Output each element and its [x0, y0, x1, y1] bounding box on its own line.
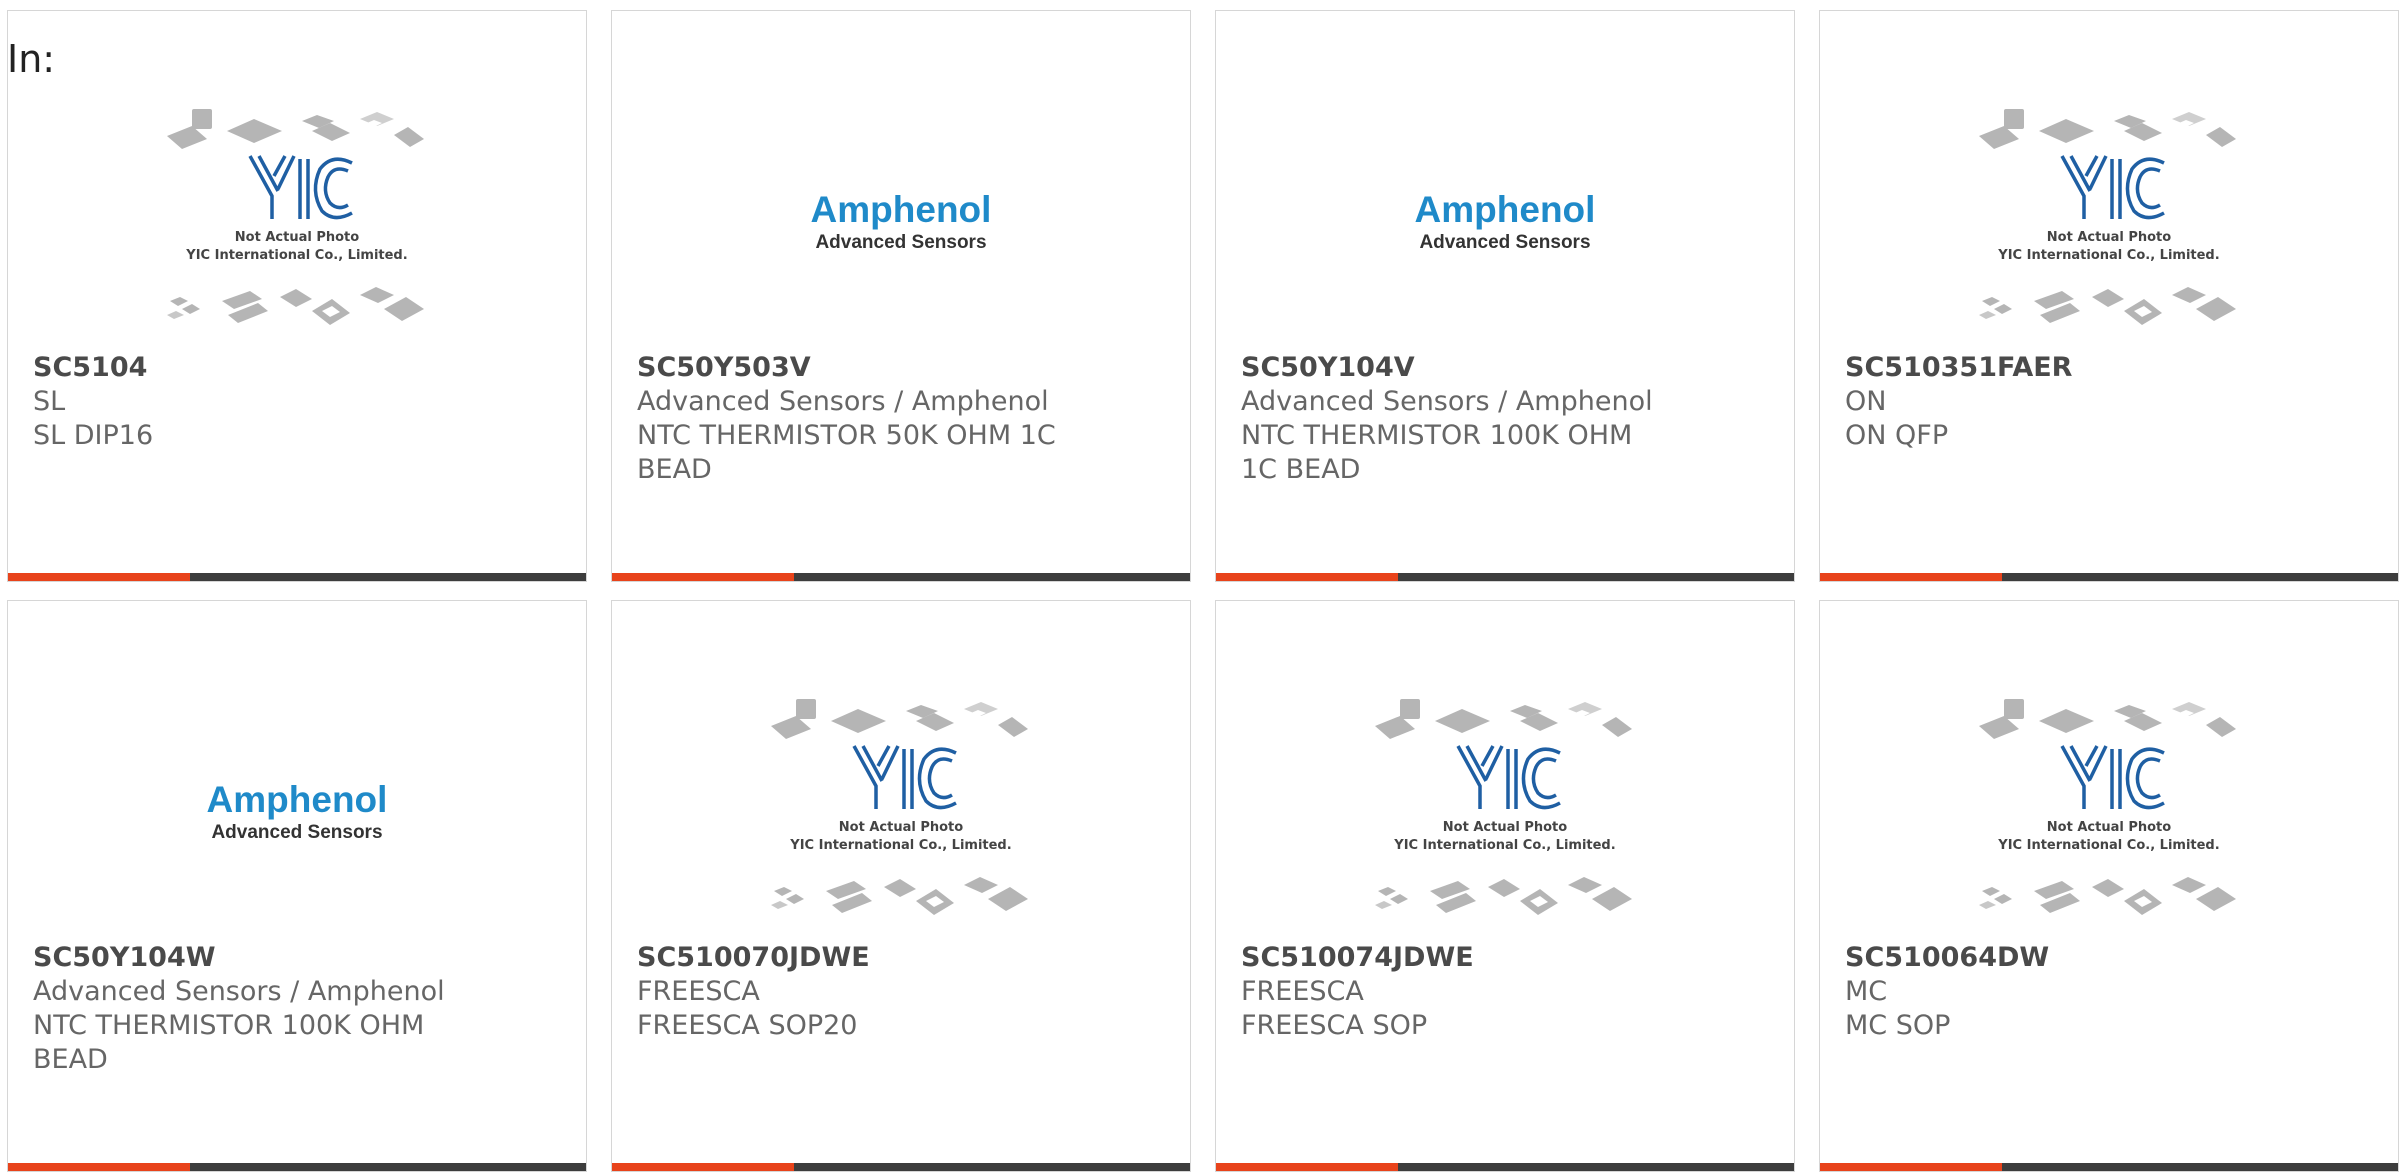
card-accent-bar	[612, 1163, 794, 1171]
manufacturer: Advanced Sensors / Amphenol	[33, 976, 445, 1007]
placeholder-line2: YIC International Co., Limited.	[789, 838, 1011, 853]
description: FREESCA SOP	[1241, 1010, 1428, 1041]
card-accent-bar	[1216, 573, 1398, 581]
product-image[interactable]: Not Actual Photo YIC International Co., …	[612, 671, 1190, 951]
amphenol-logo: Amphenol Advanced Sensors	[207, 779, 388, 843]
amphenol-tagline: Advanced Sensors	[211, 822, 382, 843]
part-number[interactable]: SC510070JDWE	[637, 941, 1057, 975]
in-label: In:	[7, 37, 56, 81]
product-grid: Not Actual Photo YIC International Co., …	[7, 10, 2400, 1172]
description: NTC THERMISTOR 50K OHM 1C BEAD	[637, 420, 1056, 485]
description: ON QFP	[1845, 420, 1949, 451]
amphenol-logo: Amphenol Advanced Sensors	[1415, 189, 1596, 253]
description: NTC THERMISTOR 100K OHM 1C BEAD	[1241, 420, 1633, 485]
chip-placeholder-image: Not Actual Photo YIC International Co., …	[1979, 109, 2236, 325]
product-info: SC510070JDWE FREESCA FREESCA SOP20	[637, 941, 1057, 1043]
product-info: SC50Y104V Advanced Sensors / Amphenol NTC …	[1241, 351, 1661, 487]
placeholder-line1: Not Actual Photo	[2047, 230, 2171, 245]
card-accent-bar	[8, 1163, 190, 1171]
part-number[interactable]: SC510351FAER	[1845, 351, 2265, 385]
part-number[interactable]: SC510064DW	[1845, 941, 2265, 975]
product-info: SC5104 SL SL DIP16	[33, 351, 453, 453]
placeholder-line1: Not Actual Photo	[235, 230, 359, 245]
product-image[interactable]: Amphenol Advanced Sensors	[1216, 81, 1794, 361]
product-card[interactable]: Not Actual Photo YIC International Co., …	[611, 600, 1191, 1172]
amphenol-tagline: Advanced Sensors	[1419, 232, 1590, 253]
part-number[interactable]: SC50Y503V	[637, 351, 1057, 385]
amphenol-name: Amphenol	[811, 189, 992, 230]
description: MC SOP	[1845, 1010, 1951, 1041]
placeholder-line2: YIC International Co., Limited.	[1997, 838, 2219, 853]
manufacturer: FREESCA	[637, 976, 760, 1007]
amphenol-tagline: Advanced Sensors	[815, 232, 986, 253]
description: NTC THERMISTOR 100K OHM BEAD	[33, 1010, 425, 1075]
manufacturer: Advanced Sensors / Amphenol	[1241, 386, 1653, 417]
product-card[interactable]: Not Actual Photo YIC International Co., …	[1819, 10, 2399, 582]
chip-placeholder-image: Not Actual Photo YIC International Co., …	[1979, 699, 2236, 915]
product-info: SC510351FAER ON ON QFP	[1845, 351, 2265, 453]
placeholder-line2: YIC International Co., Limited.	[1997, 248, 2219, 263]
card-bottom-bar	[612, 1163, 1190, 1171]
card-accent-bar	[1820, 1163, 2002, 1171]
product-image[interactable]: Amphenol Advanced Sensors	[8, 671, 586, 951]
amphenol-name: Amphenol	[1415, 189, 1596, 230]
card-accent-bar	[612, 573, 794, 581]
card-bottom-bar	[1216, 573, 1794, 581]
chip-placeholder-image: Not Actual Photo YIC International Co., …	[1375, 699, 1632, 915]
card-bottom-bar	[8, 1163, 586, 1171]
card-accent-bar	[1820, 573, 2002, 581]
part-number[interactable]: SC510074JDWE	[1241, 941, 1661, 975]
product-info: SC50Y503V Advanced Sensors / Amphenol NTC …	[637, 351, 1057, 487]
product-card[interactable]: Not Actual Photo YIC International Co., …	[1215, 600, 1795, 1172]
card-bottom-bar	[1820, 1163, 2398, 1171]
card-accent-bar	[8, 573, 190, 581]
manufacturer: ON	[1845, 386, 1887, 417]
product-card[interactable]: Amphenol Advanced Sensors SC50Y104W Advan…	[7, 600, 587, 1172]
chip-placeholder-image: Not Actual Photo YIC International Co., …	[167, 109, 424, 325]
part-number[interactable]: SC50Y104W	[33, 941, 453, 975]
placeholder-line2: YIC International Co., Limited.	[185, 248, 407, 263]
card-bottom-bar	[8, 573, 586, 581]
product-card[interactable]: Amphenol Advanced Sensors SC50Y503V Advan…	[611, 10, 1191, 582]
card-bottom-bar	[1216, 1163, 1794, 1171]
placeholder-line1: Not Actual Photo	[839, 820, 963, 835]
product-info: SC510064DW MC MC SOP	[1845, 941, 2265, 1043]
product-card[interactable]: Not Actual Photo YIC International Co., …	[7, 10, 587, 582]
product-image[interactable]: Not Actual Photo YIC International Co., …	[1820, 671, 2398, 951]
amphenol-name: Amphenol	[207, 779, 388, 820]
product-info: SC510074JDWE FREESCA FREESCA SOP	[1241, 941, 1661, 1043]
part-number[interactable]: SC5104	[33, 351, 453, 385]
product-image[interactable]: Amphenol Advanced Sensors	[612, 81, 1190, 361]
placeholder-line1: Not Actual Photo	[1443, 820, 1567, 835]
manufacturer: Advanced Sensors / Amphenol	[637, 386, 1049, 417]
manufacturer: MC	[1845, 976, 1888, 1007]
product-image[interactable]: Not Actual Photo YIC International Co., …	[8, 81, 586, 361]
product-image[interactable]: Not Actual Photo YIC International Co., …	[1216, 671, 1794, 951]
description: FREESCA SOP20	[637, 1010, 858, 1041]
card-bottom-bar	[612, 573, 1190, 581]
card-bottom-bar	[1820, 573, 2398, 581]
product-card[interactable]: Amphenol Advanced Sensors SC50Y104V Advan…	[1215, 10, 1795, 582]
manufacturer: FREESCA	[1241, 976, 1364, 1007]
card-accent-bar	[1216, 1163, 1398, 1171]
amphenol-logo: Amphenol Advanced Sensors	[811, 189, 992, 253]
product-info: SC50Y104W Advanced Sensors / Amphenol NTC …	[33, 941, 453, 1077]
placeholder-line1: Not Actual Photo	[2047, 820, 2171, 835]
part-number[interactable]: SC50Y104V	[1241, 351, 1661, 385]
description: SL DIP16	[33, 420, 154, 451]
product-image[interactable]: Not Actual Photo YIC International Co., …	[1820, 81, 2398, 361]
chip-placeholder-image: Not Actual Photo YIC International Co., …	[771, 699, 1028, 915]
manufacturer: SL	[33, 386, 66, 417]
product-card[interactable]: Not Actual Photo YIC International Co., …	[1819, 600, 2399, 1172]
placeholder-line2: YIC International Co., Limited.	[1393, 838, 1615, 853]
